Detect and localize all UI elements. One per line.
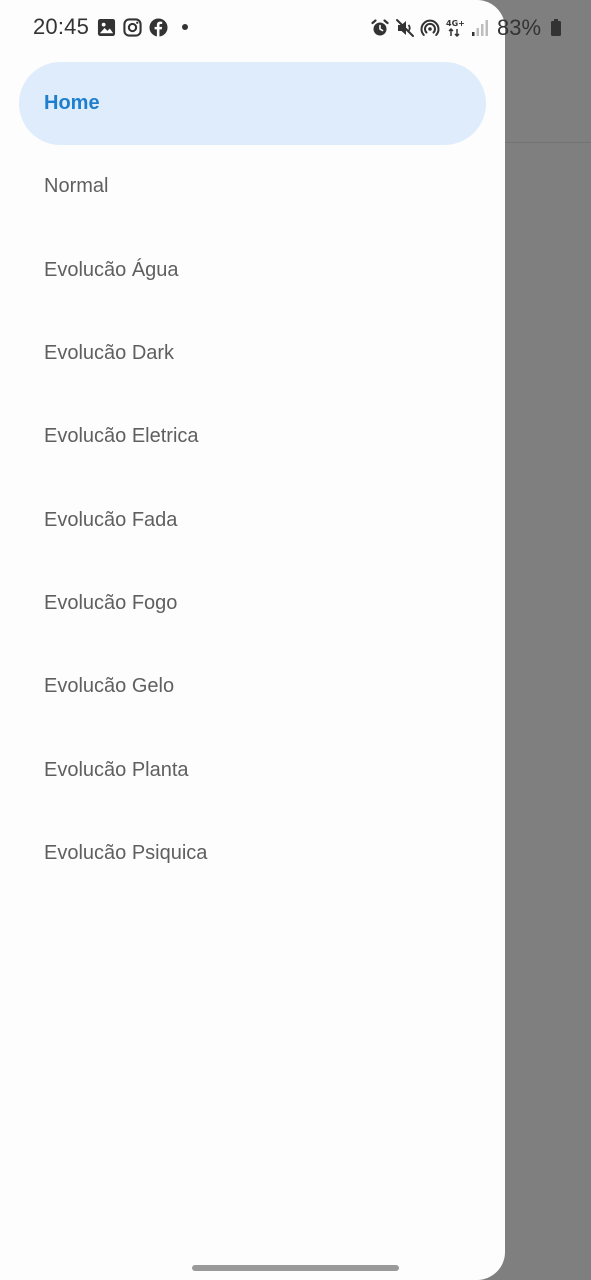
nav-item-label: Evolucão Eletrica: [44, 425, 199, 447]
nav-item-evolucao-psiquica[interactable]: Evolucão Psiquica: [19, 812, 486, 895]
nav-item-label: Evolucão Dark: [44, 342, 175, 364]
nav-item-evolucao-fada[interactable]: Evolucão Fada: [19, 479, 486, 562]
navigation-drawer: Home Normal Evolucão Água Evolucão Dark …: [0, 0, 505, 1280]
nav-item-normal[interactable]: Normal: [19, 145, 486, 228]
gallery-icon: [96, 17, 116, 37]
nav-item-label: Evolucão Psiquica: [44, 842, 208, 864]
battery-icon: [546, 18, 566, 38]
nav-item-label: Evolucão Planta: [44, 759, 189, 781]
nav-item-evolucao-eletrica[interactable]: Evolucão Eletrica: [19, 395, 486, 478]
more-notifications-dot-icon: [182, 24, 188, 30]
status-notification-icons: [96, 17, 188, 37]
nav-item-evolucao-gelo[interactable]: Evolucão Gelo: [19, 645, 486, 728]
status-bar: 20:45 4G+ 83%: [0, 0, 591, 56]
nav-item-label: Home: [44, 92, 100, 114]
nav-item-evolucao-dark[interactable]: Evolucão Dark: [19, 312, 486, 395]
nav-item-evolucao-agua[interactable]: Evolucão Água: [19, 229, 486, 312]
alarm-icon: [370, 18, 390, 38]
facebook-icon: [148, 17, 168, 37]
instagram-icon: [122, 17, 142, 37]
nav-item-label: Evolucão Gelo: [44, 675, 175, 697]
status-time: 20:45: [33, 14, 90, 39]
nav-item-label: Evolucão Fada: [44, 509, 178, 531]
hotspot-icon: [420, 18, 440, 38]
svg-text:4G+: 4G+: [446, 19, 465, 28]
signal-icon: [470, 18, 490, 38]
nav-item-label: Evolucão Água: [44, 259, 179, 281]
nav-item-label: Normal: [44, 175, 109, 197]
gesture-navigation-bar[interactable]: [192, 1265, 399, 1271]
nav-item-evolucao-fogo[interactable]: Evolucão Fogo: [19, 562, 486, 645]
nav-item-evolucao-planta[interactable]: Evolucão Planta: [19, 729, 486, 812]
status-system-icons: 4G+ 83%: [370, 15, 566, 41]
4g-icon: 4G+: [445, 18, 465, 38]
battery-percentage: 83%: [497, 15, 542, 40]
nav-item-label: Evolucão Fogo: [44, 592, 178, 614]
nav-item-home[interactable]: Home: [19, 62, 486, 145]
mute-icon: [395, 18, 415, 38]
